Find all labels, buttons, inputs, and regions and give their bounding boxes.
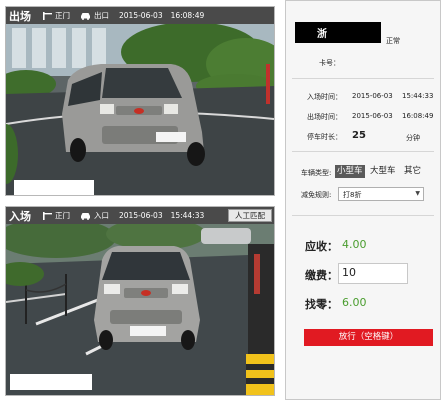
divider: [292, 151, 434, 152]
discount-rule-select[interactable]: 打8折 ▼: [338, 187, 424, 201]
receivable-label: 应收：: [305, 240, 338, 253]
discount-rule-value: 打8折: [343, 191, 362, 199]
plate-prefix: 浙: [317, 29, 327, 40]
vehicle-type-large[interactable]: 大型车: [368, 165, 398, 178]
exit-panel-header: 出场 正门 出口 2015-06-03 16:08:49: [6, 7, 274, 24]
paid-label: 缴费：: [305, 269, 338, 282]
change-value: 6.00: [342, 296, 367, 309]
entry-panel-header: 入场 正门 入口 2015-06-03 15:44:33 人工匹配: [6, 207, 274, 224]
exit-gate-label: 正门: [55, 11, 70, 20]
exit-time-label: 出场时间：: [307, 113, 342, 121]
entry-time: 15:44:33: [170, 211, 205, 220]
entry-panel-title: 入场: [9, 209, 31, 223]
discount-rule-label: 减免规则:: [301, 191, 332, 199]
duration-value: 25: [352, 130, 366, 141]
entry-date: 2015-06-03: [119, 211, 163, 220]
exit-direction-label: 出口: [94, 11, 109, 20]
chevron-down-icon: ▼: [415, 190, 420, 197]
gate-barrier-icon: [43, 11, 52, 20]
exit-direction-group: 出口: [80, 10, 109, 21]
gate-barrier-icon: [43, 211, 52, 220]
exit-time: 16:08:49: [170, 11, 205, 20]
divider: [292, 78, 434, 79]
card-number-label: 卡号：: [319, 59, 340, 67]
entry-direction-label: 入口: [94, 211, 109, 220]
entry-gate-label: 正门: [55, 211, 70, 220]
paid-amount-input[interactable]: 10: [338, 263, 408, 284]
exit-date-value: 2015-06-03: [352, 112, 393, 120]
release-button[interactable]: 放行（空格键）: [304, 329, 433, 346]
divider: [292, 215, 434, 216]
car-icon: [81, 12, 90, 20]
entry-camera-panel: 入场 正门 入口 2015-06-03 15:44:33 人工匹配: [5, 206, 275, 396]
exit-gate-group: 正门: [43, 10, 70, 21]
receivable-value: 4.00: [342, 238, 367, 251]
change-label: 找零：: [305, 298, 338, 311]
entry-direction-group: 入口: [80, 210, 109, 221]
duration-label: 停车时长：: [307, 133, 342, 141]
entry-time-label: 入场时间：: [307, 93, 342, 101]
vehicle-type-other[interactable]: 其它: [402, 165, 423, 178]
payment-info-panel: 浙 正常 卡号： 入场时间： 2015-06-03 15:44:33 出场时间：…: [285, 0, 441, 400]
entry-gate-group: 正门: [43, 210, 70, 221]
entry-camera-snapshot: [6, 224, 274, 395]
entry-date-value: 2015-06-03: [352, 92, 393, 100]
vehicle-type-small[interactable]: 小型车: [335, 165, 365, 178]
exit-camera-panel: 出场 正门 出口 2015-06-03 16:08:49: [5, 6, 275, 196]
exit-time-value: 16:08:49: [402, 112, 434, 120]
exit-camera-snapshot: [6, 24, 274, 195]
car-icon: [81, 212, 90, 220]
duration-unit: 分钟: [406, 134, 420, 142]
entry-time-value: 15:44:33: [402, 92, 434, 100]
vehicle-type-label: 车辆类型:: [301, 169, 332, 177]
exit-panel-title: 出场: [9, 9, 31, 23]
exit-date: 2015-06-03: [119, 11, 163, 20]
plate-status: 正常: [386, 37, 400, 45]
manual-match-button[interactable]: 人工匹配: [228, 209, 272, 222]
plate-number-display: 浙: [295, 22, 381, 43]
